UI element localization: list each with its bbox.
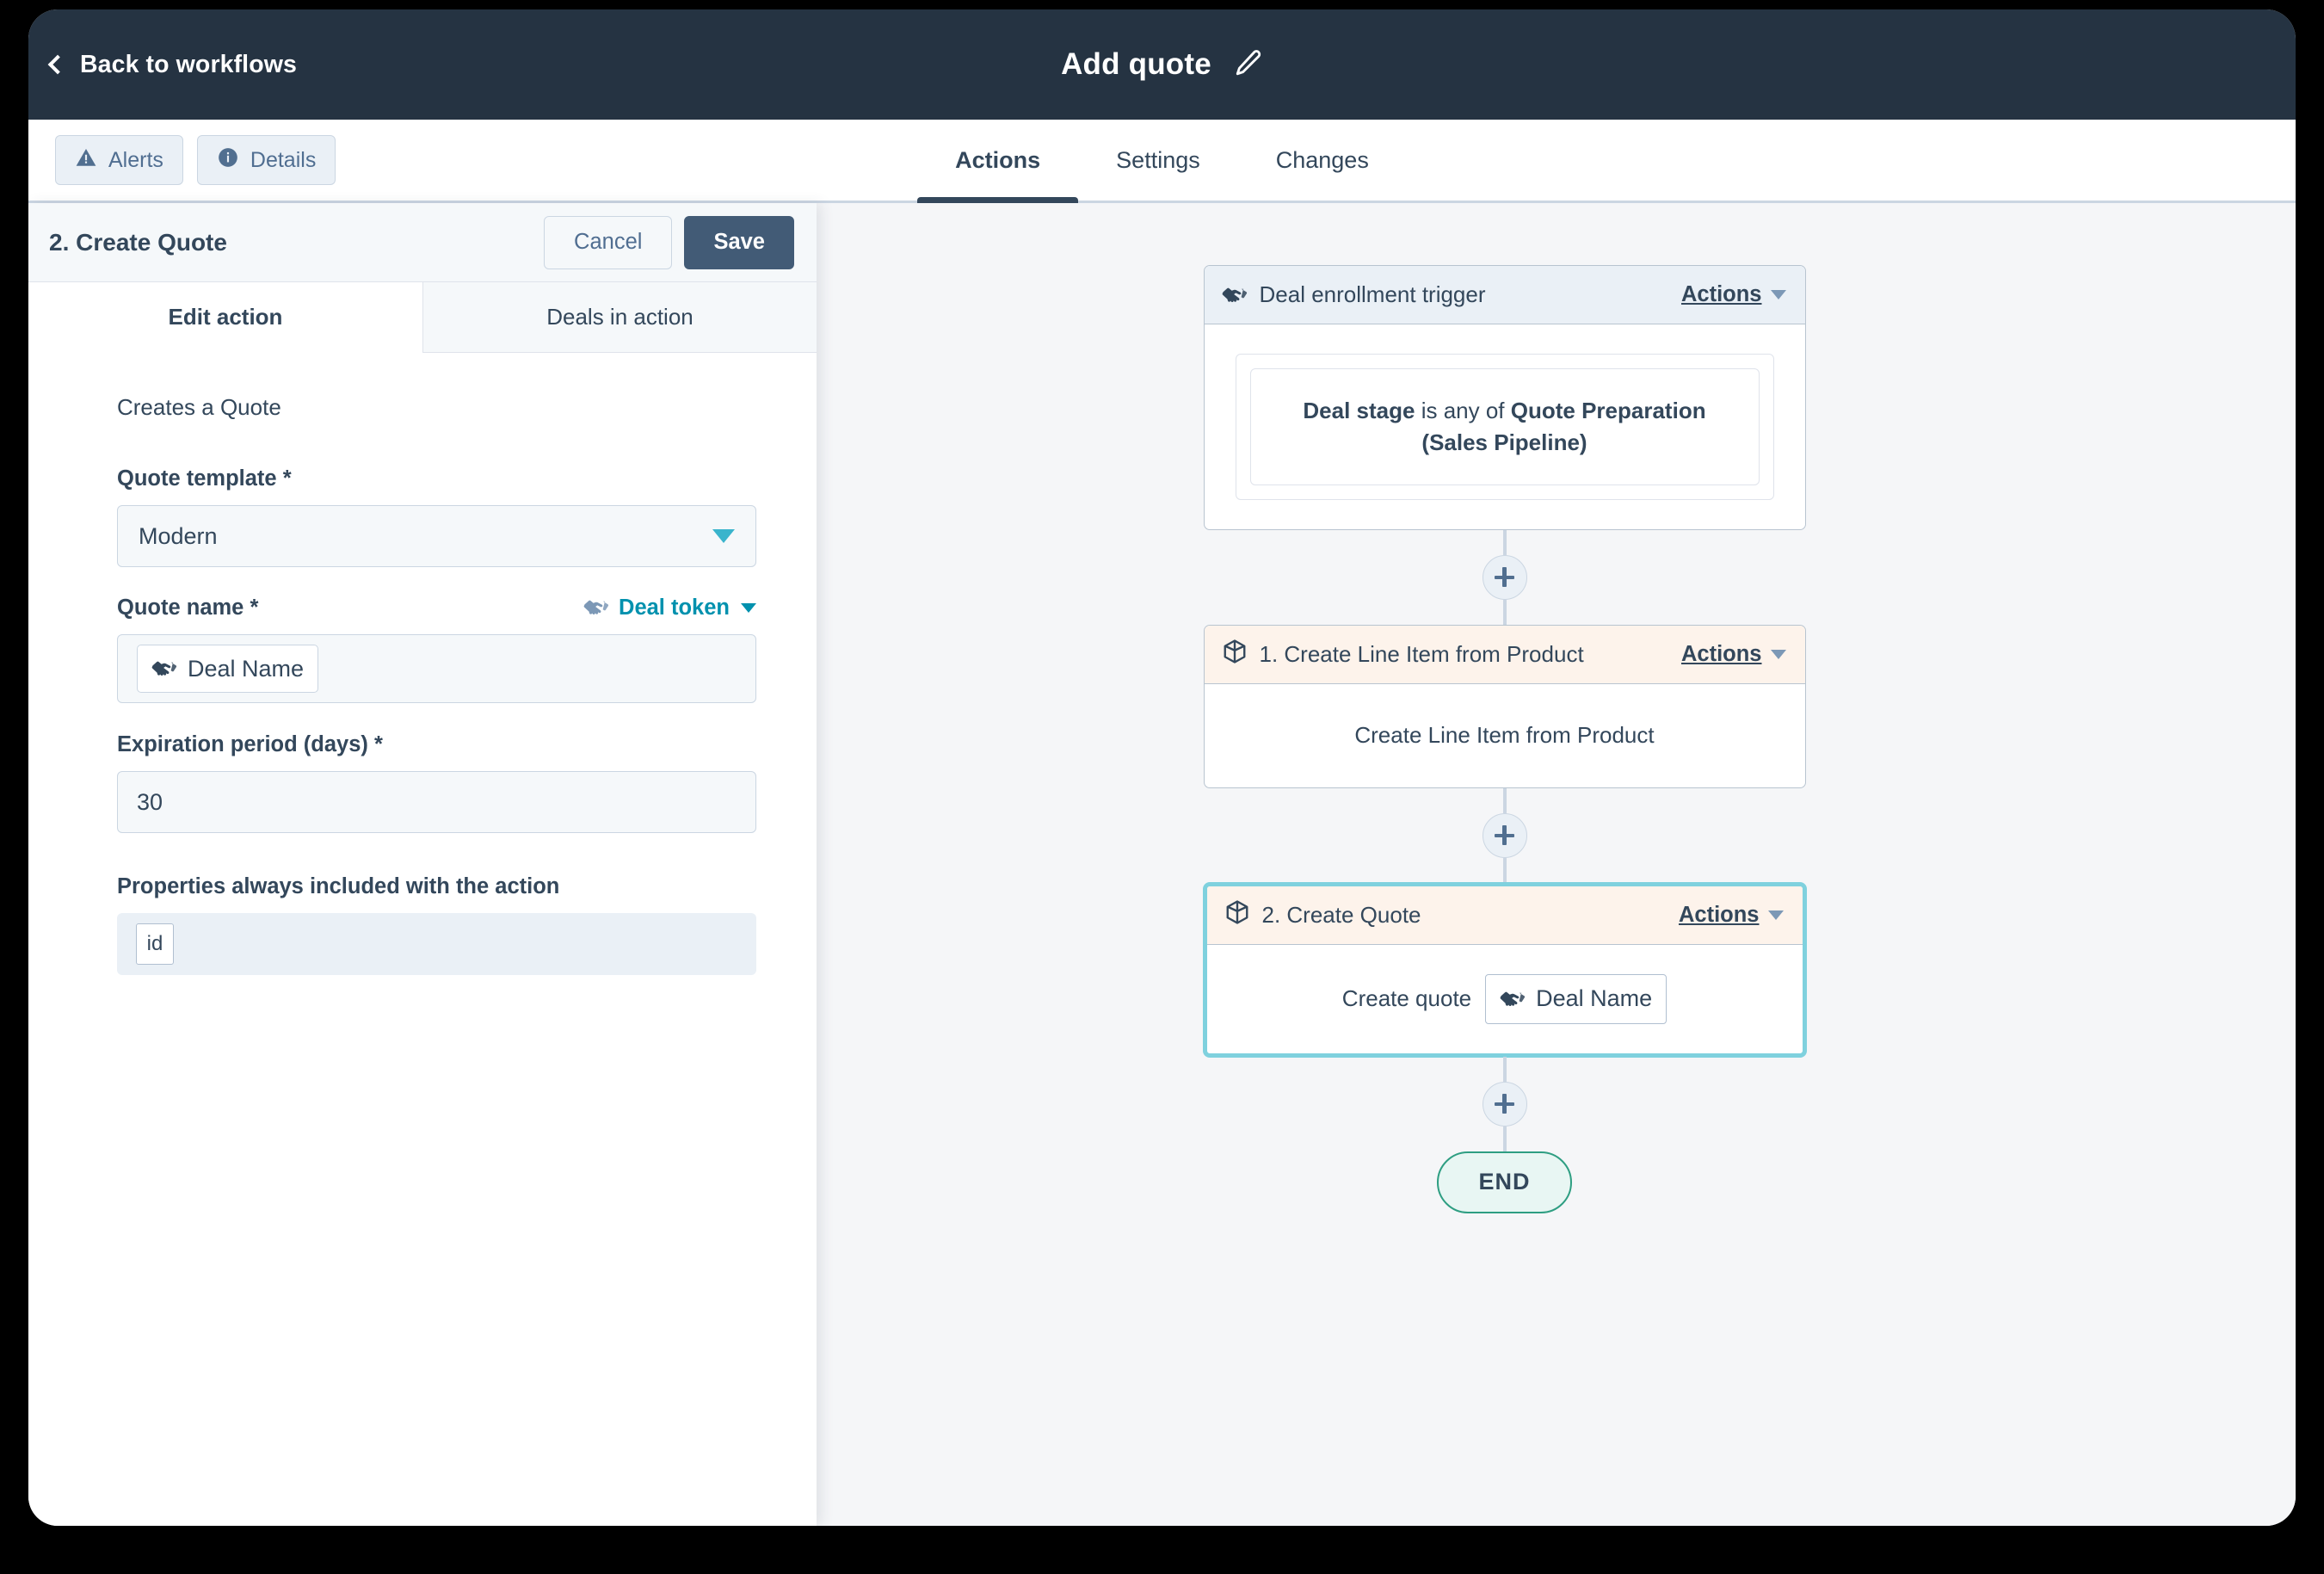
handshake-deal-icon [583,595,609,620]
edit-action-panel: 2. Create Quote Cancel Save Edit action … [28,203,817,1526]
connector-line [1502,1056,1507,1082]
expiration-period-input[interactable]: 30 [117,771,756,833]
add-step-button[interactable] [1482,554,1527,600]
page-title: Add quote [1061,47,1211,81]
add-step-button[interactable] [1482,1081,1527,1126]
tab-changes[interactable]: Changes [1238,120,1407,201]
workflow-canvas[interactable]: Deal enrollment trigger Actions Deal sta… [817,203,2296,1526]
connector-line [1502,1126,1507,1151]
card-title-group: Deal enrollment trigger [1222,281,1681,308]
connector-line [1502,787,1507,813]
deal-name-token-chip: Deal Name [1485,973,1667,1024]
tab-edit-action[interactable]: Edit action [28,282,422,354]
card-header: 1. Create Line Item from Product Actions [1204,625,1805,684]
trigger-criteria[interactable]: Deal stage is any of Quote Preparation (… [1249,368,1760,485]
chevron-down-icon [741,602,756,613]
deal-token-label: Deal token [619,595,730,620]
workflow-flow: Deal enrollment trigger Actions Deal sta… [1203,265,1806,1213]
chevron-down-icon [1770,290,1786,299]
cube-object-icon [1224,899,1250,931]
tab-edit-action-label: Edit action [168,304,283,330]
quote-template-label: Quote template * [117,466,292,491]
properties-included-box: id [117,913,756,975]
handshake-deal-icon [1500,986,1526,1012]
deal-name-token-label: Deal Name [1536,985,1653,1012]
pencil-icon[interactable] [1234,48,1263,82]
cancel-button[interactable]: Cancel [544,215,673,269]
cube-object-icon [1222,639,1248,670]
tab-changes-label: Changes [1275,146,1369,173]
quote-name-input[interactable]: Deal Name [117,634,756,703]
card-title: 2. Create Quote [1261,901,1421,928]
card-actions-dropdown[interactable]: Actions [1679,903,1784,928]
panel-title: 2. Create Quote [49,228,227,256]
card-header: 2. Create Quote Actions [1206,886,1803,945]
criteria-property: Deal stage [1303,398,1415,423]
workflow-title-group: Add quote [28,47,2296,82]
card-actions-label: Actions [1680,282,1762,306]
chevron-down-icon [1767,910,1784,920]
trigger-criteria-outer: Deal stage is any of Quote Preparation (… [1235,354,1774,500]
card-actions-label: Actions [1678,902,1760,927]
card-body: Create quote Deal Name [1207,945,1803,1053]
quote-template-value: Modern [139,522,218,549]
card-title: Deal enrollment trigger [1259,281,1486,307]
card-title-group: 1. Create Line Item from Product [1222,639,1681,670]
card-actions-dropdown[interactable]: Actions [1681,282,1786,307]
tab-settings-label: Settings [1116,146,1200,173]
deal-token-dropdown[interactable]: Deal token [583,595,756,620]
tab-deals-in-action-label: Deals in action [546,304,694,330]
main-body: 2. Create Quote Cancel Save Edit action … [28,203,2296,1526]
top-bar: Back to workflows Add quote [28,9,2296,120]
sub-header-bar: Alerts Details Actions Settings Changes [28,120,2296,203]
app-window: Back to workflows Add quote Alerts Detai… [28,9,2296,1526]
criteria-operator: is any of [1415,398,1511,423]
panel-tabs: Edit action Deals in action [28,282,817,354]
tab-settings[interactable]: Settings [1078,120,1238,201]
connector-line [1502,529,1507,555]
create-quote-prefix: Create quote [1341,985,1472,1012]
card-body-text: Create Line Item from Product [1354,722,1655,749]
property-chip-id: id [136,923,174,965]
handshake-deal-icon [151,656,177,682]
card-create-line-item[interactable]: 1. Create Line Item from Product Actions… [1203,624,1806,788]
panel-header: 2. Create Quote Cancel Save [28,203,817,282]
deal-name-token-chip[interactable]: Deal Name [137,645,319,693]
tab-actions[interactable]: Actions [917,120,1079,203]
card-title-group: 2. Create Quote [1224,899,1679,931]
card-header: Deal enrollment trigger Actions [1204,266,1805,324]
card-actions-label: Actions [1680,641,1762,666]
panel-content: Creates a Quote Quote template * Modern … [28,353,817,1526]
tab-deals-in-action[interactable]: Deals in action [422,282,817,352]
connector-line [1502,599,1507,625]
card-deal-enrollment-trigger[interactable]: Deal enrollment trigger Actions Deal sta… [1203,265,1806,530]
properties-included-label: Properties always included with the acti… [117,874,560,898]
expiration-period-value: 30 [137,788,163,815]
create-quote-summary: Create quote Deal Name [1341,973,1667,1024]
card-create-quote[interactable]: 2. Create Quote Actions Create quote Dea… [1203,882,1806,1057]
deal-name-token-label: Deal Name [188,655,305,682]
quote-name-label: Quote name * [117,595,259,620]
card-body: Deal stage is any of Quote Preparation (… [1205,324,1805,529]
card-actions-dropdown[interactable]: Actions [1681,642,1786,667]
quote-name-label-row: Quote name * Deal token [117,595,756,620]
end-label: END [1478,1169,1531,1195]
card-body: Create Line Item from Product [1205,684,1805,787]
chevron-down-icon [1770,649,1786,659]
quote-template-select[interactable]: Modern [117,505,756,567]
connector-line [1502,857,1507,883]
main-tabs: Actions Settings Changes [28,120,2296,203]
tab-actions-label: Actions [955,146,1041,173]
chevron-down-icon [712,529,735,543]
card-title: 1. Create Line Item from Product [1259,640,1584,667]
action-description: Creates a Quote [117,394,281,420]
save-button[interactable]: Save [684,215,794,269]
end-node: END [1437,1151,1572,1213]
expiration-period-label: Expiration period (days) * [117,732,383,756]
add-step-button[interactable] [1482,812,1527,858]
handshake-deal-icon [1222,282,1248,308]
